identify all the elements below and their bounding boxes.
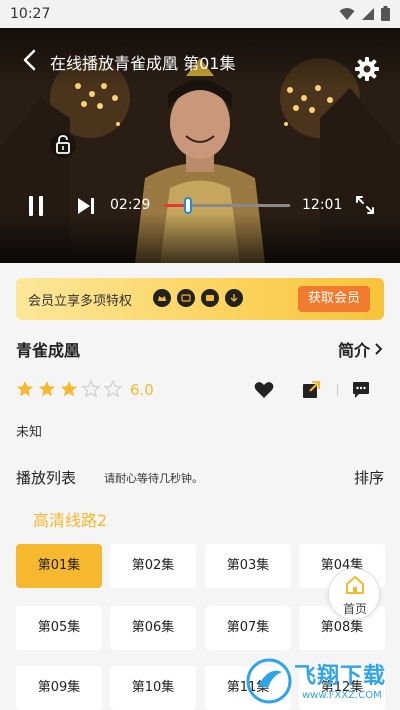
home-button[interactable]: 首页 — [328, 568, 380, 620]
rating-stars — [16, 380, 122, 398]
current-time: 02:29 — [110, 197, 151, 213]
intro-link[interactable]: 简介 — [338, 337, 383, 361]
back-arrow-icon[interactable] — [16, 46, 44, 74]
star-empty-icon — [82, 380, 100, 398]
perk-download-icon — [225, 289, 243, 307]
lock-icon[interactable] — [50, 132, 76, 158]
vip-perk-icons — [153, 289, 243, 307]
video-player[interactable]: 在线播放青雀成凰 第01集 — [0, 28, 400, 263]
perk-screen-icon — [177, 289, 195, 307]
episode-button[interactable]: 第09集 — [16, 666, 102, 710]
status-bar: 10:27 — [0, 0, 400, 28]
episode-button[interactable]: 第02集 — [110, 544, 196, 588]
star-filled-icon — [17, 381, 33, 397]
playlist-hint: 请耐心等待几秒钟。 — [104, 472, 203, 485]
status-icons — [339, 6, 390, 21]
pause-icon[interactable] — [26, 195, 46, 217]
vip-banner[interactable]: 会员立享多项特权 获取会员 — [16, 278, 384, 320]
action-divider — [337, 384, 338, 396]
fullscreen-icon[interactable] — [354, 194, 376, 216]
episode-button[interactable]: 第07集 — [205, 606, 291, 650]
episode-button[interactable]: 第05集 — [16, 606, 102, 650]
home-label: 首页 — [342, 602, 367, 616]
total-time: 12:01 — [302, 197, 343, 213]
star-filled-icon — [61, 381, 77, 397]
watermark-url: www.FXXZ.COM — [302, 690, 382, 701]
episode-button[interactable]: 第03集 — [205, 544, 291, 588]
gear-icon[interactable] — [354, 56, 380, 82]
perk-ad-free-icon — [201, 289, 219, 307]
chevron-right-icon — [375, 343, 383, 355]
star-empty-icon — [104, 380, 122, 398]
player-controls-gradient — [0, 213, 400, 263]
sort-button[interactable]: 排序 — [354, 467, 384, 488]
cellular-icon — [362, 7, 374, 20]
perk-crown-icon — [153, 289, 171, 307]
intro-label: 简介 — [338, 341, 371, 360]
home-icon — [346, 576, 364, 594]
comment-icon[interactable] — [352, 381, 370, 399]
playlist-label: 播放列表 — [16, 469, 77, 487]
progress-handle[interactable] — [184, 197, 193, 214]
progress-bar[interactable] — [164, 197, 290, 214]
watermark-logo-icon — [246, 658, 292, 704]
vip-banner-text: 会员立享多项特权 — [28, 294, 133, 309]
source-line-tab[interactable]: 高清线路2 — [33, 507, 107, 531]
status-time: 10:27 — [10, 6, 51, 22]
show-title: 青雀成凰 — [16, 341, 81, 360]
get-vip-button[interactable]: 获取会员 — [298, 286, 370, 312]
battery-icon — [381, 6, 390, 21]
watermark-text: 飞翔下载 — [294, 664, 387, 689]
episode-button[interactable]: 第06集 — [110, 606, 196, 650]
episode-button[interactable]: 第10集 — [110, 666, 196, 710]
wifi-icon — [339, 7, 355, 20]
star-filled-icon — [39, 381, 55, 397]
show-region: 未知 — [16, 425, 43, 440]
rating-score: 6.0 — [130, 381, 154, 399]
next-episode-icon[interactable] — [76, 196, 96, 216]
site-watermark: 飞翔下载 www.FXXZ.COM — [246, 654, 396, 710]
episode-button[interactable]: 第01集 — [16, 544, 102, 588]
favorite-heart-icon[interactable] — [254, 381, 274, 399]
share-icon[interactable] — [302, 381, 320, 399]
player-title: 在线播放青雀成凰 第01集 — [50, 54, 236, 73]
